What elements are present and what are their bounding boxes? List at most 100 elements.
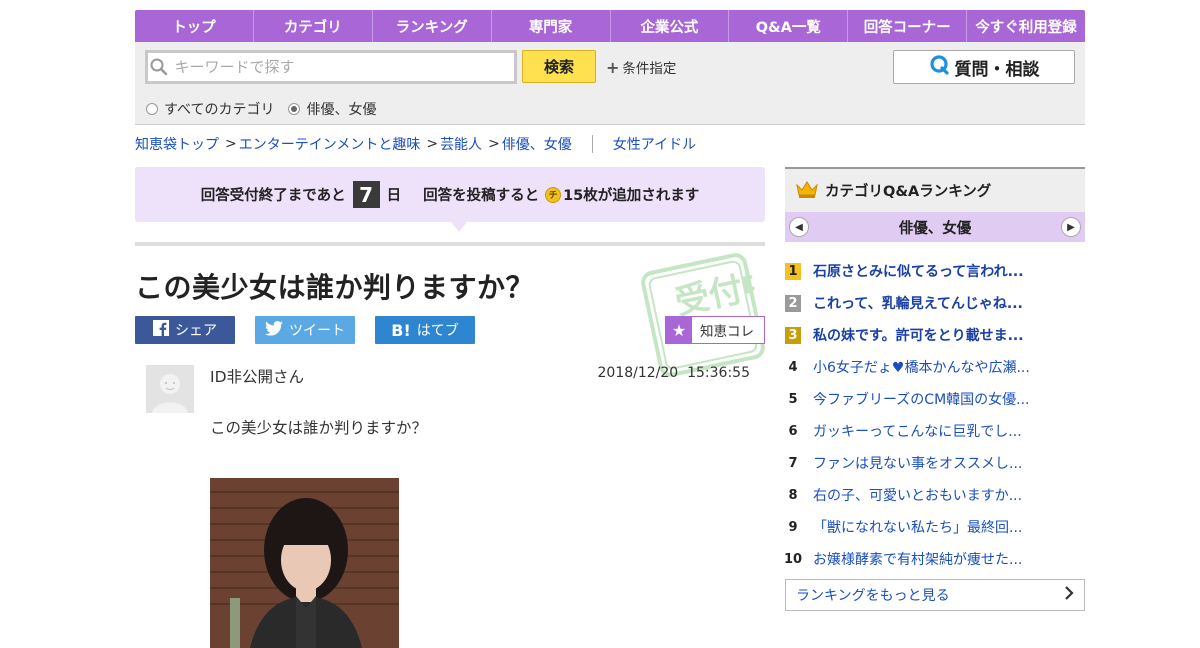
ranking-category-bar: ◀ 俳優、女優 ▶ <box>785 212 1085 242</box>
rank-title[interactable]: 右の子、可愛いとおもいますか... <box>813 485 1022 505</box>
ranking-item[interactable]: 1 石原さとみに似てるって言われ... <box>785 255 1085 287</box>
nav-category[interactable]: カテゴリ <box>254 10 373 42</box>
divider <box>135 242 765 246</box>
ranking-item[interactable]: 2 これって、乳輪見えてんじゃね... <box>785 287 1085 319</box>
hatena-icon: B! <box>391 320 411 340</box>
rank-number: 2 <box>785 294 801 312</box>
chie-collection-button[interactable]: ★ 知恵コレ <box>665 316 765 344</box>
day-unit: 日 <box>386 188 402 204</box>
rank-title[interactable]: 「獣になれない私たち」最終回... <box>813 517 1022 537</box>
rank-title[interactable]: 小6女子だょ♥橋本かんなや広瀬... <box>813 357 1030 377</box>
search-bar: 検索 + 条件指定 質問・相談 すべてのカテゴリ 俳優、女優 <box>135 42 1085 125</box>
hatena-label: はてブ <box>416 323 459 339</box>
q-logo-icon <box>929 54 951 81</box>
ranking-item[interactable]: 8 右の子、可愛いとおもいますか... <box>785 479 1085 511</box>
rank-title[interactable]: これって、乳輪見えてんじゃね... <box>813 293 1023 313</box>
more-ranking-label: ランキングをもっと見る <box>796 588 950 604</box>
search-field[interactable] <box>145 50 517 84</box>
radio-circle <box>146 103 158 115</box>
rank-title[interactable]: 石原さとみに似てるって言われ... <box>813 261 1024 281</box>
chie-collection-label: 知恵コレ <box>700 324 754 340</box>
ask-question-label: 質問・相談 <box>954 59 1040 80</box>
breadcrumb-separator: > <box>488 136 500 152</box>
breadcrumb-entertainment[interactable]: エンターテインメントと趣味 <box>239 134 421 154</box>
sidebar: カテゴリQ&Aランキング ◀ 俳優、女優 ▶ 1 石原さとみに似てるって言われ.… <box>784 167 1085 611</box>
next-category-button[interactable]: ▶ <box>1061 217 1081 237</box>
ranking-item[interactable]: 7 ファンは見ない事をオススメし... <box>785 447 1085 479</box>
deadline-banner: 回答受付終了まであと 7 日 回答を投稿すると チ 15枚が追加されます <box>135 167 765 232</box>
radio-all-label: すべてのカテゴリ <box>164 102 275 118</box>
breadcrumb-separator: > <box>225 136 237 152</box>
rank-title[interactable]: ガッキーってこんなに巨乳でし... <box>813 421 1022 441</box>
breadcrumb-actors[interactable]: 俳優、女優 <box>502 134 572 154</box>
rank-number: 1 <box>785 262 801 280</box>
chevron-right-icon <box>1064 586 1074 604</box>
breadcrumb-idols[interactable]: 女性アイドル <box>613 134 696 154</box>
post-time: 15:36:55 <box>687 365 750 381</box>
radio-current-category[interactable]: 俳優、女優 <box>288 99 376 119</box>
rank-number: 7 <box>788 455 798 471</box>
breadcrumb-top[interactable]: 知恵袋トップ <box>135 134 219 154</box>
condition-link[interactable]: + 条件指定 <box>606 57 676 78</box>
rank-number: 8 <box>788 487 798 503</box>
share-buttons: シェア ツイート B! はてブ <box>135 316 475 344</box>
ranking-header: カテゴリQ&Aランキング <box>785 167 1085 212</box>
nav-ranking[interactable]: ランキング <box>373 10 492 42</box>
reward-text: 15枚が追加されます <box>563 188 700 204</box>
main-column: 回答受付終了まであと 7 日 回答を投稿すると チ 15枚が追加されます この美… <box>135 167 780 648</box>
question-body: この美少女は誰か判りますか？ <box>210 419 428 437</box>
ranking-item[interactable]: 6 ガッキーってこんなに巨乳でし... <box>785 415 1085 447</box>
star-icon: ★ <box>666 317 692 343</box>
coin-icon: チ <box>545 186 562 203</box>
nav-experts[interactable]: 専門家 <box>492 10 611 42</box>
ask-question-button[interactable]: 質問・相談 <box>893 50 1075 84</box>
ranking-list: 1 石原さとみに似てるって言われ... 2 これって、乳輪見えてんじゃね... … <box>784 255 1085 575</box>
nav-top[interactable]: トップ <box>135 10 254 42</box>
facebook-icon <box>153 320 169 340</box>
rank-number: 9 <box>788 519 798 535</box>
breadcrumb-divider <box>591 135 593 153</box>
facebook-share-button[interactable]: シェア <box>135 316 235 344</box>
question-photo[interactable] <box>210 478 399 648</box>
post-date: 2018/12/20 <box>597 365 679 381</box>
search-input[interactable] <box>170 53 514 81</box>
twitter-label: ツイート <box>289 323 345 339</box>
ranking-title: カテゴリQ&Aランキング <box>825 184 992 200</box>
facebook-label: シェア <box>175 323 217 339</box>
nav-qa-list[interactable]: Q&A一覧 <box>729 10 849 42</box>
top-nav: トップ カテゴリ ランキング 専門家 企業公式 Q&A一覧 回答コーナー 今すぐ… <box>135 10 1085 42</box>
ranking-item[interactable]: 3 私の妹です。許可をとり載せま... <box>785 319 1085 351</box>
rank-title[interactable]: お嬢様酵素で有村架純が痩せた... <box>813 549 1022 569</box>
ranking-item[interactable]: 10 お嬢様酵素で有村架純が痩せた... <box>784 543 1085 575</box>
twitter-share-button[interactable]: ツイート <box>255 316 355 344</box>
poster-name[interactable]: ID非公開さん <box>210 365 304 387</box>
page-container: トップ カテゴリ ランキング 専門家 企業公式 Q&A一覧 回答コーナー 今すぐ… <box>135 10 1085 648</box>
hatena-bookmark-button[interactable]: B! はてブ <box>375 316 475 344</box>
breadcrumb-celebrities[interactable]: 芸能人 <box>440 134 482 154</box>
twitter-icon <box>265 320 283 340</box>
crown-icon <box>795 179 819 203</box>
nav-register[interactable]: 今すぐ利用登録 <box>967 10 1085 42</box>
plus-icon: + <box>606 57 620 77</box>
rank-title[interactable]: 今ファブリーズのCM韓国の女優... <box>813 389 1030 409</box>
rank-title[interactable]: ファンは見ない事をオススメし... <box>813 453 1022 473</box>
ranking-category: 俳優、女優 <box>898 220 972 237</box>
nav-answer-corner[interactable]: 回答コーナー <box>848 10 968 42</box>
accepting-stamp: 受付中 <box>637 249 780 382</box>
radio-all-categories[interactable]: すべてのカテゴリ <box>146 99 274 119</box>
rank-title[interactable]: 私の妹です。許可をとり載せま... <box>813 325 1024 345</box>
nav-official[interactable]: 企業公式 <box>611 10 730 42</box>
radio-circle-selected <box>288 103 301 115</box>
ranking-item[interactable]: 4 小6女子だょ♥橋本かんなや広瀬... <box>785 351 1085 383</box>
ranking-item[interactable]: 9 「獣になれない私たち」最終回... <box>785 511 1085 543</box>
search-button[interactable]: 検索 <box>522 50 596 83</box>
breadcrumb-separator: > <box>426 136 439 152</box>
search-icon <box>148 58 171 76</box>
more-ranking-button[interactable]: ランキングをもっと見る <box>785 579 1085 611</box>
ranking-item[interactable]: 5 今ファブリーズのCM韓国の女優... <box>785 383 1085 415</box>
prev-category-button[interactable]: ◀ <box>789 217 809 237</box>
radio-current-label: 俳優、女優 <box>306 102 377 118</box>
category-scope: すべてのカテゴリ 俳優、女優 <box>146 99 376 119</box>
avatar <box>146 365 194 413</box>
days-remaining: 7 <box>352 181 380 208</box>
